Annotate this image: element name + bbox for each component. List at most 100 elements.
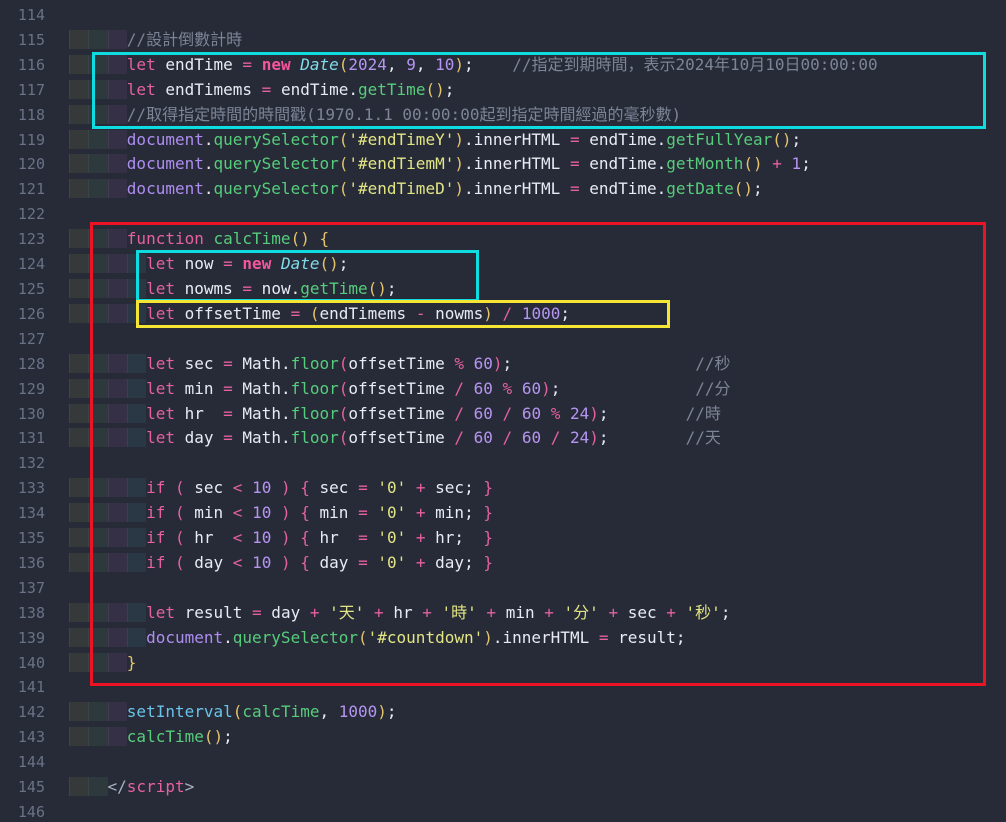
code-line[interactable]: 128 let sec = Math.floor(offsetTime % 60… bbox=[0, 352, 1006, 377]
indent-guide bbox=[127, 404, 146, 423]
code-token bbox=[165, 478, 175, 497]
line-number[interactable]: 114 bbox=[0, 3, 69, 28]
code-line[interactable]: 144 bbox=[0, 750, 1006, 775]
code-token bbox=[271, 553, 281, 572]
line-number[interactable]: 121 bbox=[0, 177, 69, 202]
code-line-content bbox=[69, 800, 1006, 822]
line-number[interactable]: 138 bbox=[0, 601, 69, 626]
code-token: = bbox=[223, 428, 233, 447]
line-number[interactable]: 129 bbox=[0, 377, 69, 402]
code-line[interactable]: 140 } bbox=[0, 651, 1006, 676]
line-number[interactable]: 136 bbox=[0, 551, 69, 576]
code-line[interactable]: 115 //設計倒數計時 bbox=[0, 28, 1006, 53]
line-number[interactable]: 122 bbox=[0, 202, 69, 227]
line-number[interactable]: 117 bbox=[0, 78, 69, 103]
code-line-content: let day = Math.floor(offsetTime / 60 / 6… bbox=[69, 426, 1006, 451]
line-number[interactable]: 118 bbox=[0, 103, 69, 128]
code-token: = bbox=[358, 553, 368, 572]
line-number[interactable]: 127 bbox=[0, 327, 69, 352]
code-line[interactable]: 131 let day = Math.floor(offsetTime / 60… bbox=[0, 426, 1006, 451]
indent-guide bbox=[88, 379, 107, 398]
code-line[interactable]: 134 if ( min < 10 ) { min = '0' + min; } bbox=[0, 501, 1006, 526]
code-token: day bbox=[262, 603, 310, 622]
line-number[interactable]: 143 bbox=[0, 725, 69, 750]
code-token: hr bbox=[185, 528, 233, 547]
line-number[interactable]: 128 bbox=[0, 352, 69, 377]
code-token: + bbox=[416, 478, 426, 497]
line-number[interactable]: 123 bbox=[0, 227, 69, 252]
line-number[interactable]: 120 bbox=[0, 152, 69, 177]
code-line[interactable]: 142 setInterval(calcTime, 1000); bbox=[0, 700, 1006, 725]
line-number[interactable]: 146 bbox=[0, 800, 69, 822]
code-line[interactable]: 126 let offsetTime = (endTimems - nowms)… bbox=[0, 302, 1006, 327]
code-token: calcTime bbox=[214, 229, 291, 248]
code-line[interactable]: 138 let result = day + '天' + hr + '時' + … bbox=[0, 601, 1006, 626]
code-line[interactable]: 118 //取得指定時間的時間戳(1970.1.1 00:00:00起到指定時間… bbox=[0, 103, 1006, 128]
code-token: querySelector bbox=[233, 628, 358, 647]
code-line[interactable]: 143 calcTime(); bbox=[0, 725, 1006, 750]
code-line[interactable]: 145 </script> bbox=[0, 775, 1006, 800]
code-line[interactable]: 132 bbox=[0, 451, 1006, 476]
line-number[interactable]: 131 bbox=[0, 426, 69, 451]
line-number[interactable]: 132 bbox=[0, 451, 69, 476]
line-number[interactable]: 125 bbox=[0, 277, 69, 302]
code-line[interactable]: 114 bbox=[0, 3, 1006, 28]
code-line[interactable]: 129 let min = Math.floor(offsetTime / 60… bbox=[0, 377, 1006, 402]
indent-guide bbox=[88, 603, 107, 622]
line-number[interactable]: 141 bbox=[0, 675, 69, 700]
line-number[interactable]: 126 bbox=[0, 302, 69, 327]
indent-guide bbox=[127, 603, 146, 622]
line-number[interactable]: 142 bbox=[0, 700, 69, 725]
code-token: offsetTime bbox=[175, 304, 291, 323]
line-number[interactable]: 145 bbox=[0, 775, 69, 800]
code-token: = bbox=[291, 304, 301, 323]
code-line[interactable]: 127 bbox=[0, 327, 1006, 352]
code-line[interactable]: 139 document.querySelector('#countdown')… bbox=[0, 626, 1006, 651]
code-line[interactable]: 123 function calcTime() { bbox=[0, 227, 1006, 252]
line-number[interactable]: 119 bbox=[0, 128, 69, 153]
code-token: endTime. bbox=[580, 130, 667, 149]
indent-guide bbox=[127, 279, 146, 298]
line-number[interactable]: 115 bbox=[0, 28, 69, 53]
code-line[interactable]: 122 bbox=[0, 202, 1006, 227]
line-number[interactable]: 140 bbox=[0, 651, 69, 676]
line-number[interactable]: 130 bbox=[0, 402, 69, 427]
code-line[interactable]: 120 document.querySelector('#endTiemM').… bbox=[0, 152, 1006, 177]
code-line[interactable]: 121 document.querySelector('#endTimeD').… bbox=[0, 177, 1006, 202]
line-number[interactable]: 134 bbox=[0, 501, 69, 526]
line-number[interactable]: 116 bbox=[0, 53, 69, 78]
code-line[interactable]: 125 let nowms = now.getTime(); bbox=[0, 277, 1006, 302]
code-line[interactable]: 137 bbox=[0, 576, 1006, 601]
code-line[interactable]: 135 if ( hr < 10 ) { hr = '0' + hr; } bbox=[0, 526, 1006, 551]
code-line[interactable]: 117 let endTimems = endTime.getTime(); bbox=[0, 78, 1006, 103]
line-number[interactable]: 133 bbox=[0, 476, 69, 501]
indent-guide bbox=[127, 628, 146, 647]
line-number[interactable]: 139 bbox=[0, 626, 69, 651]
code-token: { bbox=[300, 528, 310, 547]
code-token bbox=[233, 254, 243, 273]
code-token: 10 bbox=[252, 503, 271, 522]
code-line[interactable]: 124 let now = new Date(); bbox=[0, 252, 1006, 277]
code-token bbox=[406, 478, 416, 497]
line-number[interactable]: 124 bbox=[0, 252, 69, 277]
indent-guide bbox=[69, 653, 88, 672]
code-token bbox=[242, 478, 252, 497]
code-line[interactable]: 146 bbox=[0, 800, 1006, 822]
code-token bbox=[676, 603, 686, 622]
line-number[interactable]: 144 bbox=[0, 750, 69, 775]
code-line[interactable]: 119 document.querySelector('#endTimeY').… bbox=[0, 128, 1006, 153]
line-number[interactable]: 135 bbox=[0, 526, 69, 551]
code-token: sec; bbox=[426, 478, 484, 497]
code-line-content: let result = day + '天' + hr + '時' + min … bbox=[69, 601, 1006, 626]
code-token bbox=[252, 55, 262, 74]
editor-code[interactable]: 114115 //設計倒數計時116 let endTime = new Dat… bbox=[0, 3, 1006, 822]
line-number[interactable]: 137 bbox=[0, 576, 69, 601]
code-line[interactable]: 133 if ( sec < 10 ) { sec = '0' + sec; } bbox=[0, 476, 1006, 501]
code-line[interactable]: 130 let hr = Math.floor(offsetTime / 60 … bbox=[0, 402, 1006, 427]
code-line[interactable]: 116 let endTime = new Date(2024, 9, 10);… bbox=[0, 53, 1006, 78]
code-line[interactable]: 141 bbox=[0, 675, 1006, 700]
code-line[interactable]: 136 if ( day < 10 ) { day = '0' + day; } bbox=[0, 551, 1006, 576]
code-token: Math. bbox=[233, 354, 291, 373]
code-line-content: //取得指定時間的時間戳(1970.1.1 00:00:00起到指定時間經過的毫… bbox=[69, 103, 1006, 128]
code-token: } bbox=[483, 528, 493, 547]
